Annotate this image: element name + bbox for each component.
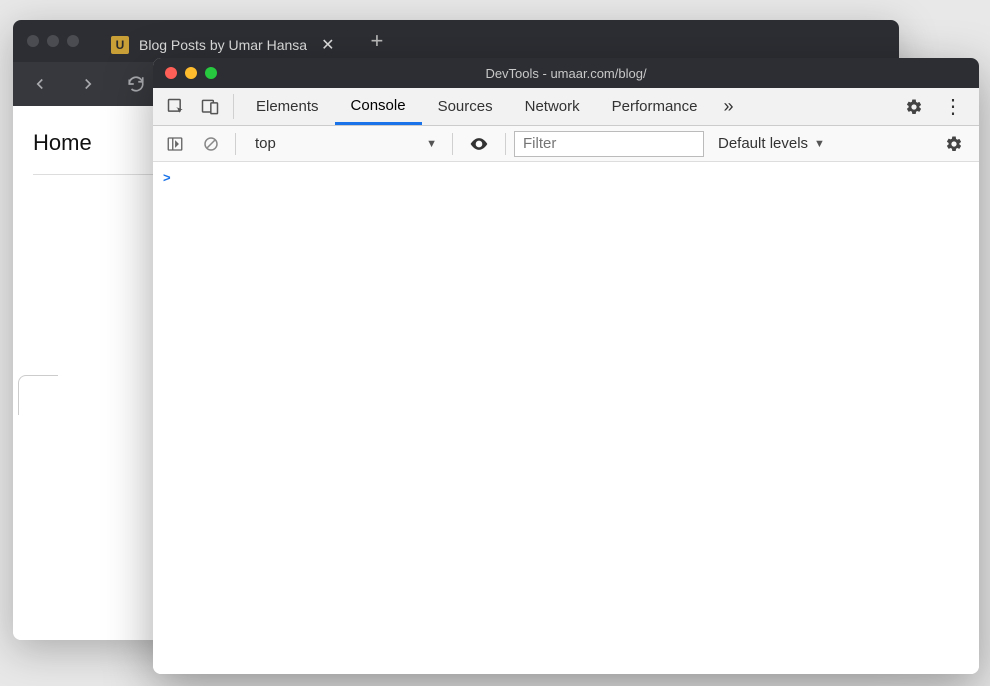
traffic-lights (27, 35, 79, 47)
tab-console[interactable]: Console (335, 88, 422, 125)
chevron-down-icon: ▼ (814, 138, 825, 150)
tabbar-divider (233, 94, 234, 119)
inspect-element-icon[interactable] (159, 88, 193, 125)
console-bar-divider (505, 133, 506, 155)
log-levels-select[interactable]: Default levels ▼ (708, 135, 835, 152)
devtools-tabbar: Elements Console Sources Network Perform… (153, 88, 979, 126)
console-body[interactable]: > (153, 162, 979, 674)
traffic-maximize-icon[interactable] (67, 35, 79, 47)
tab-performance[interactable]: Performance (596, 88, 714, 125)
console-settings-gear-icon[interactable] (935, 135, 973, 153)
content-card-edge (18, 375, 58, 415)
console-bar-divider (452, 133, 453, 155)
traffic-minimize-icon[interactable] (185, 67, 197, 79)
clear-console-icon[interactable] (195, 135, 227, 153)
more-tabs-icon[interactable]: » (714, 88, 744, 125)
traffic-close-icon[interactable] (165, 67, 177, 79)
traffic-maximize-icon[interactable] (205, 67, 217, 79)
log-levels-label: Default levels (718, 135, 808, 152)
chevron-down-icon: ▼ (426, 138, 437, 150)
new-tab-button[interactable]: + (358, 28, 395, 54)
device-toolbar-icon[interactable] (193, 88, 227, 125)
favicon-icon: U (111, 36, 129, 54)
live-expression-icon[interactable] (461, 134, 497, 154)
tab-network[interactable]: Network (509, 88, 596, 125)
devtools-titlebar: DevTools - umaar.com/blog/ (153, 58, 979, 88)
traffic-close-icon[interactable] (27, 35, 39, 47)
devtools-traffic-lights (165, 67, 217, 79)
toggle-sidebar-icon[interactable] (159, 135, 191, 153)
tab-elements[interactable]: Elements (240, 88, 335, 125)
devtools-window: DevTools - umaar.com/blog/ Elements Cons… (153, 58, 979, 674)
traffic-minimize-icon[interactable] (47, 35, 59, 47)
tab-close-icon[interactable]: ✕ (317, 35, 338, 55)
devtools-window-title: DevTools - umaar.com/blog/ (153, 66, 979, 81)
settings-gear-icon[interactable] (895, 88, 933, 125)
console-bar-divider (235, 133, 236, 155)
console-prompt-icon: > (163, 170, 171, 185)
filter-input[interactable] (514, 131, 704, 157)
nav-forward-icon[interactable] (71, 69, 105, 99)
execution-context-select[interactable]: top ▼ (244, 131, 444, 156)
kebab-menu-icon[interactable]: ⋮ (933, 88, 973, 125)
console-toolbar: top ▼ Default levels ▼ (153, 126, 979, 162)
browser-titlebar: U Blog Posts by Umar Hansa ✕ + (13, 20, 899, 62)
nav-reload-icon[interactable] (119, 69, 153, 99)
nav-back-icon[interactable] (23, 69, 57, 99)
tab-sources[interactable]: Sources (422, 88, 509, 125)
tab-title: Blog Posts by Umar Hansa (139, 37, 307, 53)
execution-context-label: top (255, 135, 276, 152)
browser-tab[interactable]: U Blog Posts by Umar Hansa ✕ (99, 28, 350, 62)
